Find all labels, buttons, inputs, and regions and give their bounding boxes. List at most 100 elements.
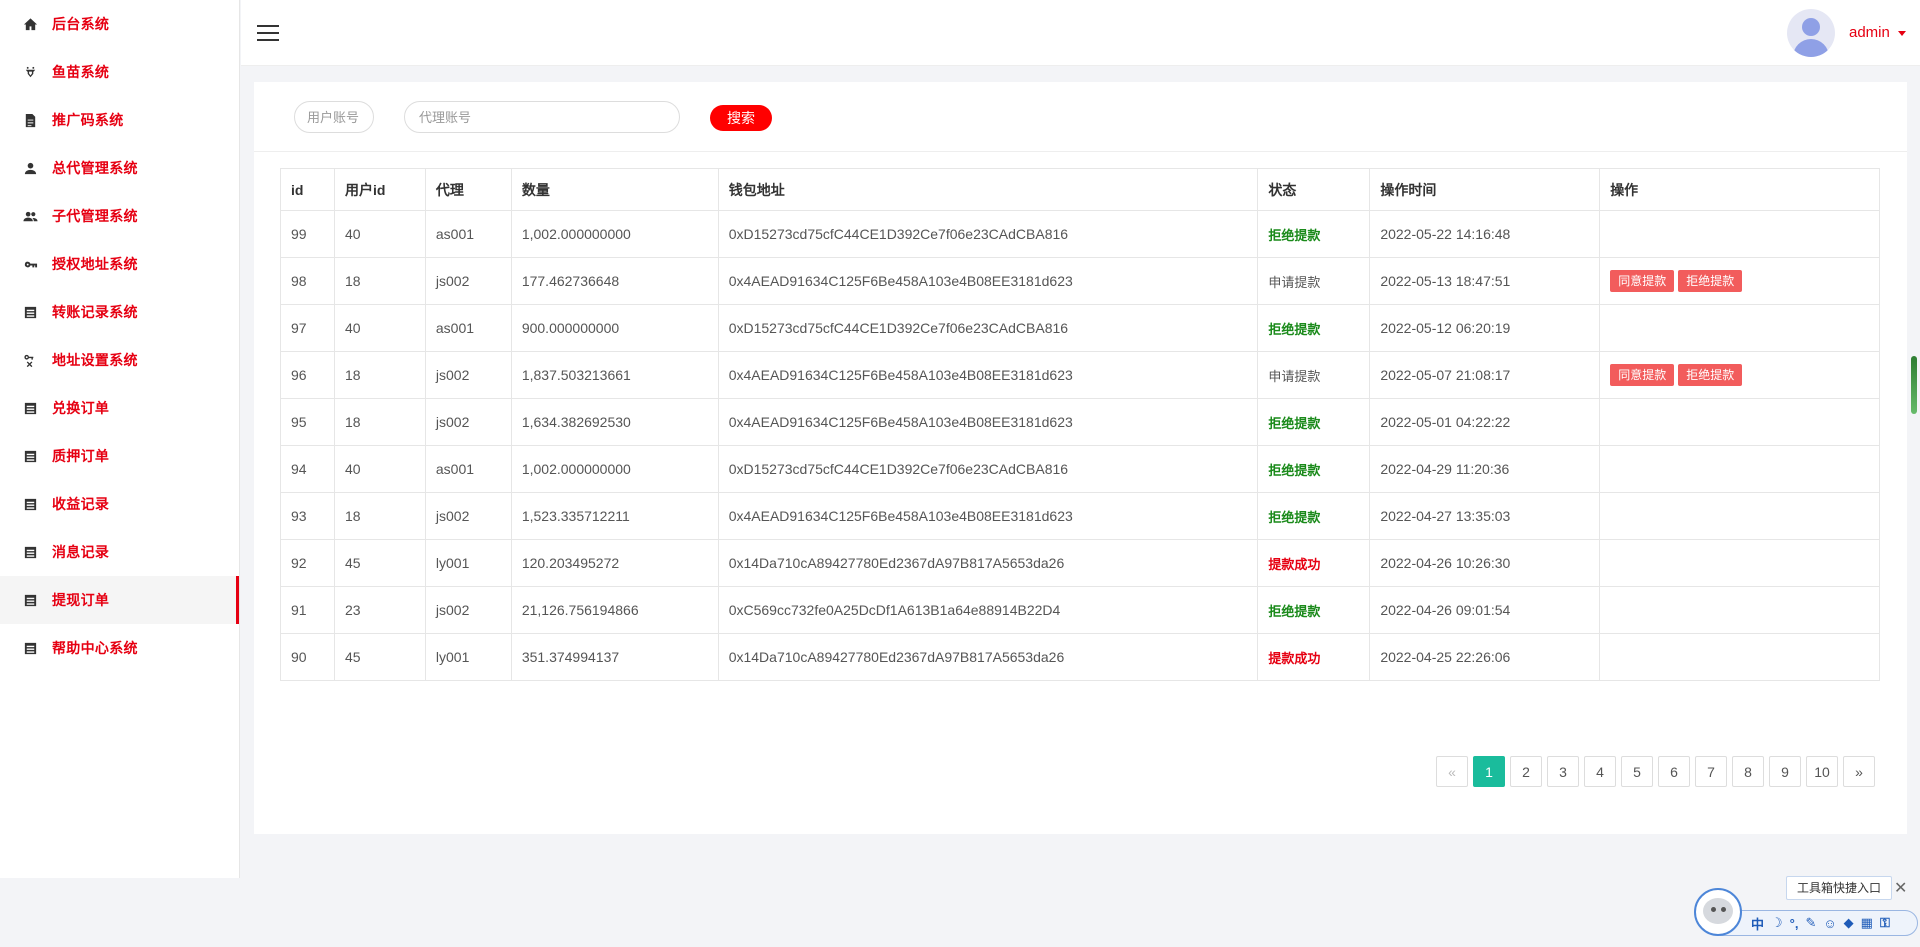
- sidebar: 后台系统鱼苗系统推广码系统总代管理系统子代管理系统 授权地址系统 转账记录系统地址设…: [0, 0, 240, 878]
- page-prev-button[interactable]: «: [1436, 756, 1468, 787]
- sidebar-item[interactable]: 收益记录: [0, 480, 239, 528]
- status-cell: 提款成功: [1257, 539, 1371, 587]
- status-cell: 拒绝提款: [1257, 304, 1371, 352]
- agent-cell: as001: [424, 445, 512, 493]
- chinese-mode-icon[interactable]: 中: [1751, 914, 1764, 933]
- reject-withdraw-button[interactable]: 拒绝提款: [1678, 270, 1743, 292]
- time-cell: 2022-04-26 10:26:30: [1369, 539, 1601, 587]
- sidebar-item-label: 地址设置系统: [52, 352, 138, 368]
- sidebar-item[interactable]: 鱼苗系统: [0, 48, 239, 96]
- sidebar-item-label: 帮助中心系统: [52, 640, 138, 656]
- sidebar-item[interactable]: 转账记录系统: [0, 288, 239, 336]
- sidebar-item[interactable]: 推广码系统: [0, 96, 239, 144]
- actions-cell: [1599, 539, 1880, 587]
- sidebar-item[interactable]: 帮助中心系统: [0, 624, 239, 672]
- table-row: 90 45 ly001 351.374994137 0x14Da710cA8942778…: [280, 633, 1880, 681]
- sidebar-item[interactable]: 授权地址系统: [0, 240, 239, 288]
- page-button[interactable]: 5: [1621, 756, 1653, 787]
- ime-mascot-icon[interactable]: [1694, 888, 1742, 936]
- table-row: 93 18 js002 1,523.335712211 0x4AEAD91634C125…: [280, 492, 1880, 540]
- column-header: id: [280, 168, 335, 211]
- column-header: 用户id: [333, 168, 426, 211]
- page-button[interactable]: 1: [1473, 756, 1505, 787]
- page-button[interactable]: 8: [1732, 756, 1764, 787]
- page-button[interactable]: 6: [1658, 756, 1690, 787]
- sidebar-item-label: 鱼苗系统: [52, 64, 110, 80]
- agent-account-input[interactable]: [404, 101, 680, 133]
- users-icon: [22, 208, 38, 224]
- page-button[interactable]: 10: [1806, 756, 1838, 787]
- sidebar-item[interactable]: 消息记录: [0, 528, 239, 576]
- key-icon: [22, 256, 38, 272]
- content-panel: 搜索 id用户id代理数量钱包地址状态操作时间操作 9940as0011,002…: [254, 82, 1907, 834]
- toolbox-tooltip: 工具箱快捷入口: [1786, 876, 1893, 900]
- id-cell: 93: [280, 492, 335, 540]
- agent-cell: js002: [424, 351, 512, 399]
- sidebar-item[interactable]: 兑换订单: [0, 384, 239, 432]
- user-account-input[interactable]: [294, 101, 374, 133]
- page-button[interactable]: 7: [1695, 756, 1727, 787]
- grid-icon[interactable]: ▦: [1861, 915, 1873, 931]
- sidebar-item-label: 推广码系统: [52, 112, 124, 128]
- page-button[interactable]: 4: [1584, 756, 1616, 787]
- amount-cell: 1,523.335712211: [510, 492, 719, 540]
- status-badge: 申请提款: [1268, 368, 1321, 384]
- column-header: 状态: [1257, 168, 1371, 211]
- amount-cell: 21,126.756194866: [510, 586, 719, 634]
- emoji-icon[interactable]: ☺: [1823, 916, 1836, 931]
- sidebar-item[interactable]: 后台系统: [0, 0, 239, 48]
- table-row: 97 40 as001 900.000000000 0xD15273cd75cfC44C…: [280, 304, 1880, 352]
- lock-icon[interactable]: ⚿: [1880, 915, 1890, 931]
- status-badge: 拒绝提款: [1268, 603, 1321, 619]
- scrollbar-thumb[interactable]: [1911, 356, 1917, 414]
- time-cell: 2022-05-01 04:22:22: [1369, 398, 1601, 446]
- status-cell: 拒绝提款: [1257, 445, 1371, 493]
- sidebar-item-label: 总代管理系统: [52, 160, 138, 176]
- sidebar-item[interactable]: 总代管理系统: [0, 144, 239, 192]
- status-badge: 提款成功: [1268, 556, 1321, 572]
- wallet-address-cell: 0x4AEAD91634C125F6Be458A103e4B08EE3181d6…: [717, 492, 1259, 540]
- page-button[interactable]: 3: [1547, 756, 1579, 787]
- sidebar-item[interactable]: 质押订单: [0, 432, 239, 480]
- amount-cell: 1,002.000000000: [510, 445, 719, 493]
- avatar[interactable]: [1787, 9, 1835, 57]
- approve-withdraw-button[interactable]: 同意提款: [1610, 364, 1675, 386]
- sidebar-item[interactable]: 子代管理系统: [0, 192, 239, 240]
- column-header: 操作: [1599, 168, 1880, 211]
- time-cell: 2022-05-07 21:08:17: [1369, 351, 1601, 399]
- top-header: admin: [241, 0, 1920, 66]
- sidebar-item-label: 消息记录: [52, 544, 110, 560]
- agent-cell: js002: [424, 492, 512, 540]
- sidebar-item[interactable]: 地址设置系统: [0, 336, 239, 384]
- sidebar-item[interactable]: 提现订单: [0, 576, 239, 624]
- table-row: 94 40 as001 1,002.000000000 0xD15273cd75cfC4…: [280, 445, 1880, 493]
- amount-cell: 1,002.000000000: [510, 210, 719, 258]
- time-cell: 2022-05-13 18:47:51: [1369, 257, 1601, 305]
- amount-cell: 900.000000000: [510, 304, 719, 352]
- page-button[interactable]: 9: [1769, 756, 1801, 787]
- user-menu-name[interactable]: admin: [1849, 24, 1890, 41]
- withdraw-table: id 用户id 代理 数量 钱包地址 状态 操作时间 操作 99 40 as001 1,002.00…: [280, 168, 1880, 681]
- close-icon[interactable]: ✕: [1894, 878, 1907, 898]
- search-button[interactable]: 搜索: [710, 105, 772, 131]
- approve-withdraw-button[interactable]: 同意提款: [1610, 270, 1675, 292]
- user-id-cell: 45: [333, 539, 426, 587]
- page-button[interactable]: 2: [1510, 756, 1542, 787]
- reject-withdraw-button[interactable]: 拒绝提款: [1678, 364, 1743, 386]
- status-cell: 申请提款: [1257, 257, 1371, 305]
- skin-icon[interactable]: ◆: [1844, 915, 1854, 931]
- time-cell: 2022-05-12 06:20:19: [1369, 304, 1601, 352]
- id-cell: 99: [280, 210, 335, 258]
- sidebar-item-label: 兑换订单: [52, 400, 110, 416]
- page-next-button[interactable]: »: [1843, 756, 1875, 787]
- menu-toggle-icon[interactable]: [257, 25, 279, 41]
- moon-icon[interactable]: ☽: [1771, 915, 1783, 931]
- key-settings-icon: [22, 352, 38, 368]
- chevron-down-icon[interactable]: [1898, 31, 1906, 36]
- actions-cell: 同意提款 拒绝提款: [1599, 257, 1880, 305]
- actions-cell: [1599, 304, 1880, 352]
- wallet-address-cell: 0x14Da710cA89427780Ed2367dA97B817A5653da…: [717, 539, 1259, 587]
- actions-cell: [1599, 633, 1880, 681]
- punctuation-icon[interactable]: °,: [1790, 916, 1799, 931]
- wrench-icon[interactable]: ✎: [1805, 915, 1816, 931]
